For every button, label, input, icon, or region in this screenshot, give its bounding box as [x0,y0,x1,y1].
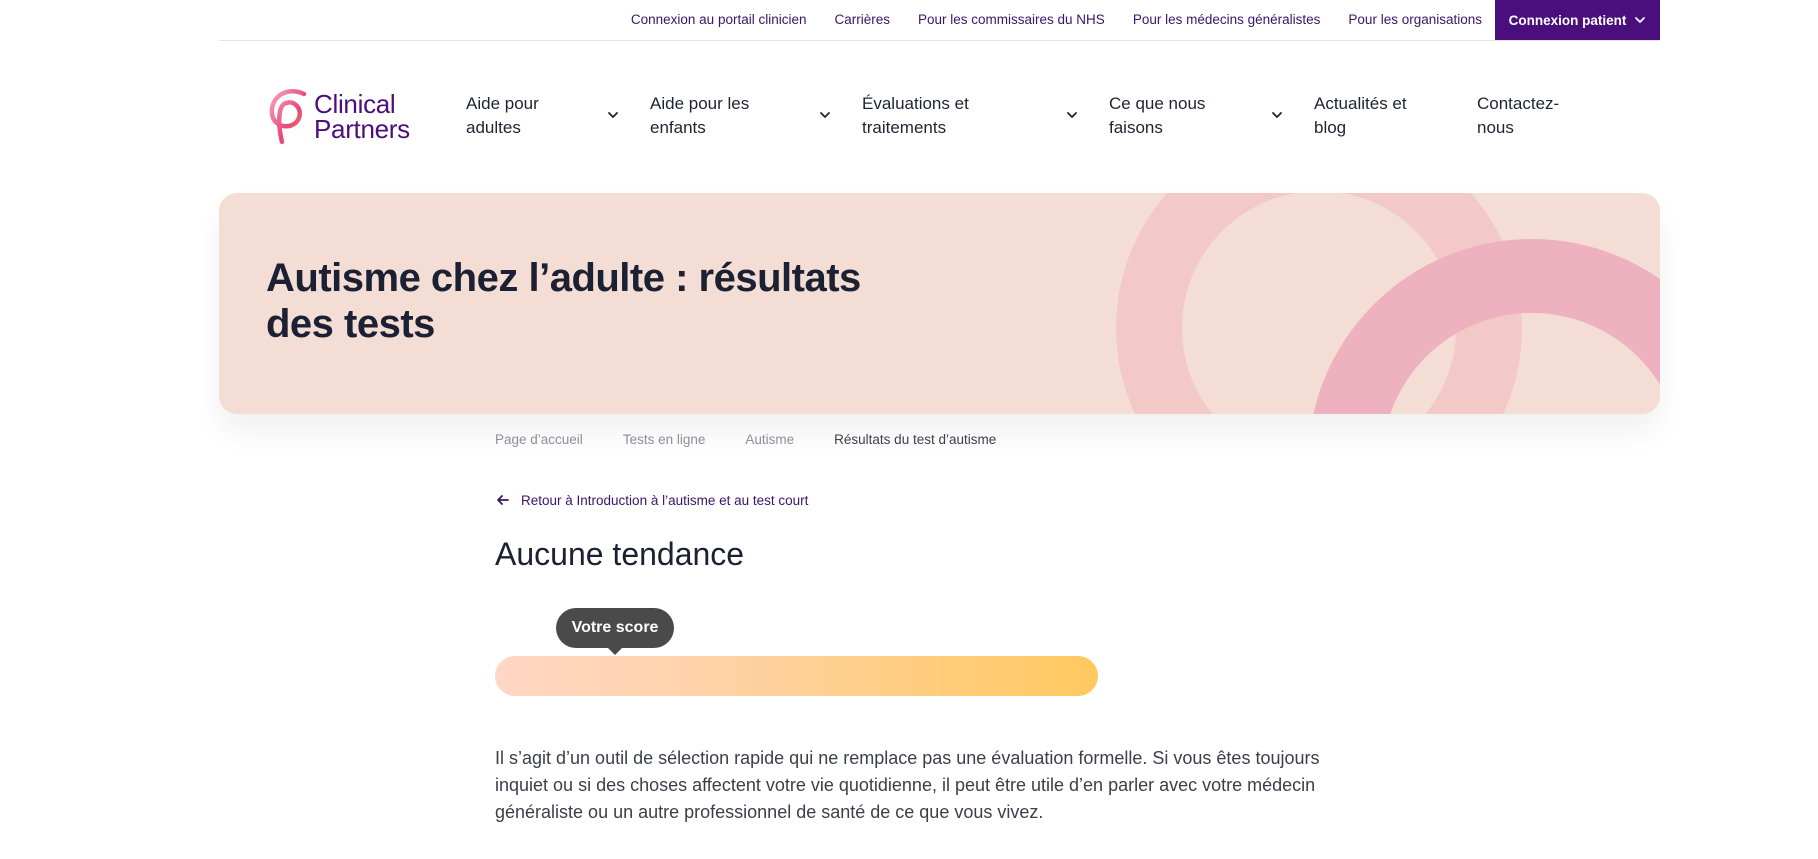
nav-news-blog-line1: Actualités et [1314,94,1407,113]
nav-children-help-line1: Aide pour les [650,94,750,113]
back-link-label: Retour à Introduction à l’autisme et au … [521,492,809,508]
nav-adult-help-line1: Aide pour [466,94,539,113]
careers-link[interactable]: Carrières [834,12,890,27]
nav-news-blog[interactable]: Actualités et blog [1314,92,1407,140]
nav-contact[interactable]: Contactez- nous [1477,92,1559,140]
breadcrumb-autism[interactable]: Autisme [745,432,794,447]
utility-links: Connexion au portail clinicien Carrières… [603,0,1482,38]
nav-assessments-line2: traitements [862,118,947,137]
nav-what-we-do[interactable]: Ce que nous faisons [1109,92,1205,140]
breadcrumb-online-tests[interactable]: Tests en ligne [623,432,706,447]
gp-link[interactable]: Pour les médecins généralistes [1133,12,1321,27]
page-title: Autisme chez l’adulte : résultats des te… [266,255,886,347]
clinical-partners-logo-icon [269,88,307,145]
site-logo[interactable]: Clinical Partners [266,86,426,148]
result-title: Aucune tendance [495,536,745,572]
chevron-down-icon[interactable] [606,108,620,122]
score-tooltip: Votre score [555,608,675,655]
nav-news-blog-line2: blog [1314,118,1347,137]
nav-children-help[interactable]: Aide pour les enfants [650,92,749,140]
nav-contact-line2: nous [1477,118,1514,137]
clinician-portal-link[interactable]: Connexion au portail clinicien [631,12,807,27]
score-bar [495,656,1098,696]
chevron-down-icon [1635,17,1646,23]
chevron-down-icon[interactable] [818,108,832,122]
nav-assessments[interactable]: Évaluations et traitements [862,92,969,140]
organisations-link[interactable]: Pour les organisations [1348,12,1482,27]
patient-login-label: Connexion patient [1508,12,1627,28]
hero-banner: Autisme chez l’adulte : résultats des te… [219,193,1660,414]
logo-line-2: Partners [314,114,410,144]
breadcrumb-home[interactable]: Page d’accueil [495,432,583,447]
nav-what-we-do-line2: faisons [1109,118,1163,137]
patient-login-button[interactable]: Connexion patient [1495,0,1660,40]
nhs-commissioners-link[interactable]: Pour les commissaires du NHS [918,12,1105,27]
nav-assessments-line1: Évaluations et [862,94,969,113]
back-link[interactable]: Retour à Introduction à l’autisme et au … [495,492,808,508]
breadcrumb: Page d’accueil Tests en ligne Autisme Ré… [495,432,996,447]
utility-bar: Connexion au portail clinicien Carrières… [219,0,1660,41]
nav-contact-line1: Contactez- [1477,94,1560,113]
chevron-down-icon[interactable] [1065,108,1079,122]
nav-adult-help[interactable]: Aide pour adultes [466,92,539,140]
nav-children-help-line2: enfants [650,118,706,137]
chevron-down-icon[interactable] [1270,108,1284,122]
nav-adult-help-line2: adultes [466,118,521,137]
logo-wordmark: Clinical Partners [314,91,410,144]
breadcrumb-current: Résultats du test d’autisme [834,432,997,447]
arrow-left-icon [497,495,509,505]
page-title-line1: Autisme chez l’adulte : résultats [266,256,861,300]
score-tooltip-label: Votre score [571,619,659,636]
nav-what-we-do-line1: Ce que nous [1109,94,1206,113]
page-title-line2: des tests [266,302,435,346]
result-description: Il s’agit d’un outil de sélection rapide… [495,748,1320,822]
